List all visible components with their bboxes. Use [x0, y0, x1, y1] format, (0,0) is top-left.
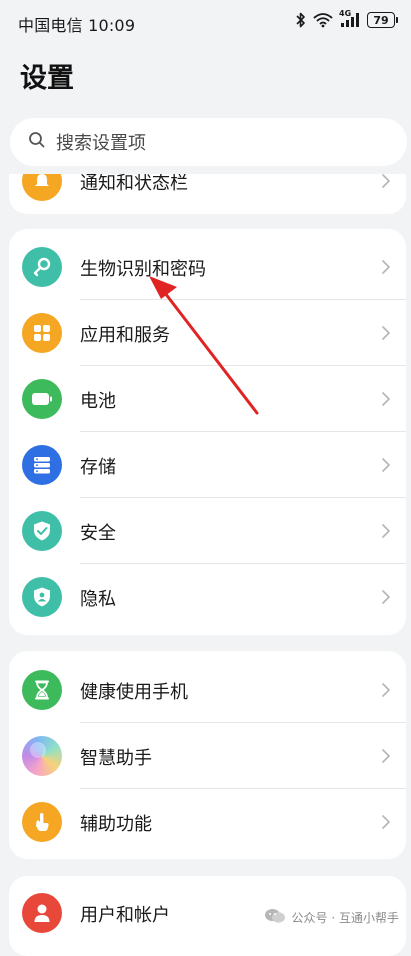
- settings-item-biometrics[interactable]: 生物识别和密码: [9, 234, 406, 300]
- page-title: 设置: [20, 63, 74, 94]
- settings-group-security: 生物识别和密码 应用和服务 电池 存储 安全 隐私: [9, 229, 406, 635]
- watermark: 公众号 · 互通小帮手: [264, 908, 399, 927]
- watermark-text: 公众号 · 互通小帮手: [291, 911, 399, 925]
- settings-item-label: 健康使用手机: [80, 682, 188, 703]
- settings-item-label: 隐私: [80, 589, 116, 610]
- wechat-icon: [264, 908, 286, 927]
- settings-group-wellbeing: 健康使用手机 智慧助手 辅助功能: [9, 651, 406, 859]
- settings-item-security[interactable]: 安全: [9, 498, 406, 564]
- user-icon: [22, 893, 62, 933]
- settings-item-label: 生物识别和密码: [80, 259, 206, 280]
- settings-item-apps[interactable]: 应用和服务: [9, 300, 406, 366]
- chevron-right-icon: [382, 174, 390, 188]
- settings-item-label: 智慧助手: [80, 748, 152, 769]
- battery-indicator: 79: [367, 12, 398, 28]
- settings-item-privacy[interactable]: 隐私: [9, 564, 406, 630]
- settings-item-notifications[interactable]: 通知和状态栏: [9, 174, 406, 214]
- hourglass-icon: [22, 670, 62, 710]
- settings-item-accessibility[interactable]: 辅助功能: [9, 789, 406, 855]
- search-bar[interactable]: 搜索设置项: [10, 118, 407, 166]
- chevron-right-icon: [382, 524, 390, 538]
- chevron-right-icon: [382, 590, 390, 604]
- settings-item-label: 存储: [80, 457, 116, 478]
- chevron-right-icon: [382, 260, 390, 274]
- settings-group-notifications: 通知和状态栏: [9, 174, 406, 214]
- chevron-right-icon: [382, 683, 390, 697]
- bell-icon: [22, 174, 62, 201]
- privacy-icon: [22, 577, 62, 617]
- settings-item-label: 应用和服务: [80, 325, 170, 346]
- settings-item-label: 辅助功能: [80, 814, 152, 835]
- status-bar: 中国电信 10:09 4G 79: [0, 0, 411, 44]
- settings-item-label: 用户和帐户: [80, 905, 170, 926]
- carrier-time: 中国电信 10:09: [18, 16, 136, 35]
- apps-icon: [22, 313, 62, 353]
- settings-item-label: 通知和状态栏: [80, 174, 188, 194]
- battery-icon: [22, 379, 62, 419]
- settings-item-battery[interactable]: 电池: [9, 366, 406, 432]
- shield-check-icon: [22, 511, 62, 551]
- storage-icon: [22, 445, 62, 485]
- search-icon: [28, 131, 46, 153]
- chevron-right-icon: [382, 392, 390, 406]
- assistant-orb-icon: [22, 736, 62, 776]
- bluetooth-icon: [295, 12, 307, 28]
- status-icons: 4G 79: [295, 9, 398, 28]
- wifi-icon: [313, 12, 333, 28]
- settings-item-label: 安全: [80, 523, 116, 544]
- chevron-right-icon: [382, 458, 390, 472]
- chevron-right-icon: [382, 815, 390, 829]
- chevron-right-icon: [382, 326, 390, 340]
- hand-icon: [22, 802, 62, 842]
- search-placeholder: 搜索设置项: [56, 133, 146, 154]
- settings-item-digital-balance[interactable]: 健康使用手机: [9, 657, 406, 723]
- settings-item-assistant[interactable]: 智慧助手: [9, 723, 406, 789]
- chevron-right-icon: [382, 749, 390, 763]
- settings-item-storage[interactable]: 存储: [9, 432, 406, 498]
- settings-item-label: 电池: [80, 391, 116, 412]
- key-icon: [22, 247, 62, 287]
- signal-icon: 4G: [339, 9, 361, 28]
